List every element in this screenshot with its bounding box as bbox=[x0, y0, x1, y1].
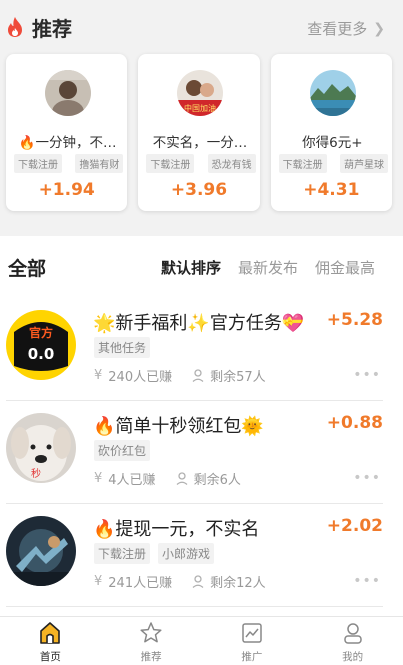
nav-label-recommend: 推荐 bbox=[140, 651, 162, 663]
home-icon bbox=[40, 622, 61, 644]
task-stats: ¥ 4人已赚 剩余6人 bbox=[94, 469, 261, 488]
task-tags: 砍价红包 bbox=[94, 440, 158, 461]
task-tags: 下载注册 小郎游戏 bbox=[94, 543, 222, 564]
nav-item-mine[interactable]: 我的 bbox=[302, 617, 403, 665]
task-avatar bbox=[6, 516, 76, 586]
recommend-card[interactable]: 中国加油 不实名，一分… 下载注册 恐龙有钱 +3.96 bbox=[138, 54, 260, 211]
task-reward: +0.88 bbox=[326, 413, 383, 433]
task-title: 🔥简单十秒领红包🌞 bbox=[93, 416, 264, 437]
task-item[interactable]: 🔥提现一元，不实名 +2.02 下载注册 小郎游戏 ¥ 241人已赚 剩余12人… bbox=[6, 504, 383, 607]
remaining-stat: 剩余6人 bbox=[176, 469, 241, 488]
card-tag: 下载注册 bbox=[14, 154, 62, 173]
card-reward: +1.94 bbox=[38, 180, 95, 200]
person-icon bbox=[192, 575, 204, 588]
yen-icon: ¥ bbox=[94, 574, 103, 589]
card-avatar bbox=[45, 70, 91, 116]
earned-stat: ¥ 240人已赚 bbox=[94, 366, 172, 385]
task-reward: +2.02 bbox=[326, 516, 383, 536]
all-tasks-section: 全部 默认排序 最新发布 佣金最高 官方 0.0 🌟新手福利✨官方任务💝 +5.… bbox=[0, 236, 403, 616]
card-tags: 下载注册 恐龙有钱 bbox=[146, 154, 256, 173]
card-tag: 恐龙有钱 bbox=[207, 154, 256, 173]
task-title: 🔥提现一元，不实名 bbox=[93, 519, 260, 540]
remaining-stat: 剩余12人 bbox=[192, 572, 266, 591]
earned-count: 241人已赚 bbox=[108, 576, 173, 591]
task-title: 🌟新手福利✨官方任务💝 bbox=[93, 313, 305, 334]
person-icon bbox=[192, 369, 204, 382]
recommend-card[interactable]: 你得6元+ 下载注册 葫芦星球 +4.31 bbox=[270, 54, 392, 211]
task-avatar: 官方 0.0 bbox=[6, 310, 76, 380]
task-avatar: 秒 bbox=[6, 413, 76, 483]
recommend-cards: 🔥一分钟，不… 下载注册 撸猫有财 +1.94 中国加油 不实名，一分… 下载注… bbox=[6, 54, 403, 211]
avatar-caption: 中国加油 bbox=[184, 103, 216, 113]
recommend-title: 推荐 bbox=[32, 16, 72, 41]
card-avatar bbox=[309, 70, 356, 116]
card-tag: 撸猫有财 bbox=[75, 154, 124, 173]
nav-label-home: 首页 bbox=[39, 651, 61, 663]
card-title: 🔥一分钟，不… bbox=[18, 135, 117, 151]
card-tag: 下载注册 bbox=[278, 154, 327, 173]
svg-text:0.0: 0.0 bbox=[28, 345, 55, 363]
all-title: 全部 bbox=[8, 258, 47, 280]
task-item[interactable]: 官方 0.0 🌟新手福利✨官方任务💝 +5.28 其他任务 ¥ 240人已赚 剩… bbox=[6, 298, 383, 401]
more-dots-icon[interactable]: ••• bbox=[353, 573, 381, 589]
task-tag: 小郎游戏 bbox=[158, 543, 215, 564]
tab-default-sort[interactable]: 默认排序 bbox=[161, 257, 221, 278]
more-dots-icon[interactable]: ••• bbox=[353, 367, 381, 383]
card-tags: 下载注册 撸猫有财 bbox=[14, 154, 124, 173]
svg-text:秒: 秒 bbox=[31, 467, 41, 480]
task-tag: 砍价红包 bbox=[94, 440, 151, 461]
recommend-section: 推荐 查看更多 ❯ 🔥一分钟，不… 下载注册 撸猫有财 +1.94 中国加油 不… bbox=[0, 0, 403, 228]
task-reward: +5.28 bbox=[326, 310, 383, 330]
bottom-nav: 首页 推荐 推广 我的 bbox=[0, 616, 403, 665]
earned-count: 4人已赚 bbox=[108, 473, 156, 488]
remaining-count: 剩余6人 bbox=[193, 473, 241, 488]
nav-item-home[interactable]: 首页 bbox=[0, 617, 101, 665]
more-dots-icon[interactable]: ••• bbox=[353, 470, 381, 486]
flame-icon bbox=[8, 17, 22, 37]
nav-label-promote: 推广 bbox=[241, 651, 263, 663]
card-title: 不实名，一分… bbox=[152, 135, 248, 151]
earned-stat: ¥ 241人已赚 bbox=[94, 572, 172, 591]
card-tag: 葫芦星球 bbox=[339, 154, 388, 173]
task-item[interactable]: 秒 🔥简单十秒领红包🌞 +0.88 砍价红包 ¥ 4人已赚 剩余6人 ••• bbox=[6, 401, 383, 504]
yen-icon: ¥ bbox=[94, 471, 103, 486]
sort-tabs: 默认排序 最新发布 佣金最高 bbox=[144, 257, 375, 278]
yen-icon: ¥ bbox=[94, 368, 103, 383]
card-tag: 下载注册 bbox=[146, 154, 195, 173]
card-title: 你得6元+ bbox=[302, 135, 363, 151]
chevron-right-icon: ❯ bbox=[373, 20, 385, 37]
recommend-header: 推荐 bbox=[6, 12, 72, 42]
nav-item-promote[interactable]: 推广 bbox=[202, 617, 303, 665]
avatar-badge-text: 官方 bbox=[29, 325, 53, 340]
person-icon bbox=[176, 472, 187, 485]
task-stats: ¥ 240人已赚 剩余57人 bbox=[94, 366, 286, 385]
remaining-stat: 剩余57人 bbox=[192, 366, 266, 385]
tab-highest-commission[interactable]: 佣金最高 bbox=[315, 257, 375, 278]
tab-latest[interactable]: 最新发布 bbox=[238, 257, 298, 278]
card-reward: +4.31 bbox=[303, 180, 360, 200]
view-more-link[interactable]: 查看更多 ❯ bbox=[307, 18, 385, 39]
card-tags: 下载注册 葫芦星球 bbox=[278, 154, 388, 173]
nav-item-recommend[interactable]: 推荐 bbox=[101, 617, 202, 665]
star-icon bbox=[140, 622, 162, 643]
earned-count: 240人已赚 bbox=[108, 370, 173, 385]
task-tag: 其他任务 bbox=[94, 337, 151, 358]
recommend-card[interactable]: 🔥一分钟，不… 下载注册 撸猫有财 +1.94 bbox=[6, 54, 128, 211]
view-more-label: 查看更多 bbox=[307, 20, 368, 38]
remaining-count: 剩余12人 bbox=[210, 576, 266, 591]
card-avatar: 中国加油 bbox=[177, 70, 224, 116]
remaining-count: 剩余57人 bbox=[210, 370, 266, 385]
task-stats: ¥ 241人已赚 剩余12人 bbox=[94, 572, 286, 591]
nav-label-mine: 我的 bbox=[342, 651, 364, 663]
task-tags: 其他任务 bbox=[94, 337, 158, 358]
earned-stat: ¥ 4人已赚 bbox=[94, 469, 156, 488]
user-icon bbox=[343, 623, 362, 644]
card-reward: +3.96 bbox=[170, 180, 228, 200]
chart-icon bbox=[242, 623, 262, 643]
task-tag: 下载注册 bbox=[94, 543, 151, 564]
